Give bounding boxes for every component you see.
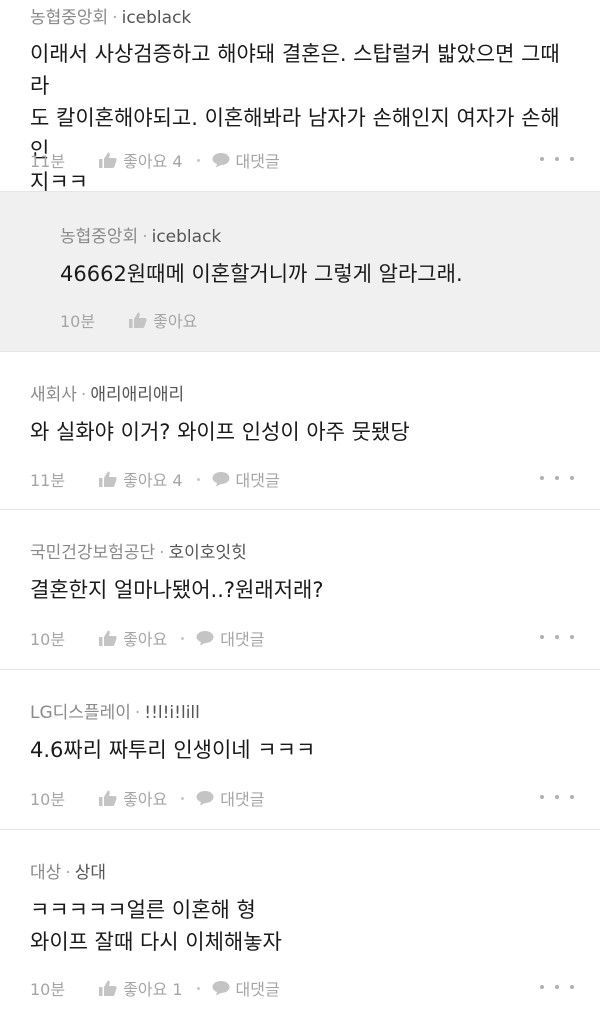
comment-author[interactable]: 새회사 · 애리애리애리 xyxy=(30,380,184,405)
reply-button[interactable]: 대댓글 xyxy=(196,626,264,650)
comment-text: 46662원때메 이혼할거니까 그렇게 알라그래. xyxy=(60,258,570,290)
action-separator xyxy=(196,986,200,990)
comment-author[interactable]: 국민건강보험공단 · 호이호잇힛 xyxy=(30,538,247,563)
separator-dot: · xyxy=(112,8,118,28)
timestamp: 11분 xyxy=(30,471,66,490)
comment-author[interactable]: 농협중앙회 · iceblack xyxy=(60,222,221,247)
thumbs-up-icon xyxy=(99,790,117,806)
comment-text: 이래서 사상검증하고 해야돼 결혼은. 스탑럴커 밟았으면 그때라 도 칼이혼해… xyxy=(30,38,570,198)
reply-label: 대댓글 xyxy=(220,790,265,809)
nickname: !!l!i!lill xyxy=(144,703,200,723)
speech-bubble-icon xyxy=(212,152,230,168)
comment-line: 와이프 잘때 다시 이체해놓자 xyxy=(30,930,282,954)
comment-line: 4.6짜리 짜투리 인생이네 ㅋㅋㅋ xyxy=(30,738,316,762)
action-separator xyxy=(196,477,200,481)
comment-actions: 10분 좋아요 1 대댓글 xyxy=(30,976,280,1000)
action-separator xyxy=(196,158,200,162)
timestamp: 10분 xyxy=(30,630,66,649)
thumbs-up-icon xyxy=(99,471,117,487)
like-button[interactable]: 좋아요 4 xyxy=(99,467,183,491)
speech-bubble-icon xyxy=(212,471,230,487)
more-dots-icon[interactable] xyxy=(540,154,574,164)
company-name: 새회사 xyxy=(30,385,77,405)
comment-text: 4.6짜리 짜투리 인생이네 ㅋㅋㅋ xyxy=(30,734,570,766)
comment-line: 와 실화야 이거? 와이프 인성이 아주 뭇됐당 xyxy=(30,420,410,444)
like-label: 좋아요 xyxy=(153,312,198,331)
comment-author[interactable]: LG디스플레이 · !!l!i!lill xyxy=(30,698,200,723)
comment-item: LG디스플레이 · !!l!i!lill 4.6짜리 짜투리 인생이네 ㅋㅋㅋ 10… xyxy=(0,670,600,830)
comment-actions: 11분 좋아요 4 대댓글 xyxy=(30,467,280,491)
company-name: 농협중앙회 xyxy=(30,8,109,28)
comment-line: ㅋㅋㅋㅋㅋ얼른 이혼해 형 xyxy=(30,898,256,922)
comment-author[interactable]: 농협중앙회 · iceblack xyxy=(30,3,191,28)
separator-dot: · xyxy=(142,227,148,247)
comment-text: ㅋㅋㅋㅋㅋ얼른 이혼해 형 와이프 잘때 다시 이체해놓자 xyxy=(30,894,570,958)
comment-actions: 10분 좋아요 대댓글 xyxy=(30,626,264,650)
like-label: 좋아요 xyxy=(123,790,168,809)
reply-button[interactable]: 대댓글 xyxy=(212,148,280,172)
like-button[interactable]: 좋아요 xyxy=(99,626,167,650)
comment-line: 이래서 사상검증하고 해야돼 결혼은. 스탑럴커 밟았으면 그때라 xyxy=(30,42,560,98)
company-name: 농협중앙회 xyxy=(60,227,139,247)
speech-bubble-icon xyxy=(196,630,214,646)
reply-label: 대댓글 xyxy=(235,471,280,490)
comment-text: 결혼한지 얼마나됐어..?원래저래? xyxy=(30,574,570,606)
reply-label: 대댓글 xyxy=(235,980,280,999)
reply-label: 대댓글 xyxy=(235,152,280,171)
comment-actions: 10분 좋아요 xyxy=(60,308,197,332)
timestamp: 10분 xyxy=(60,312,96,331)
company-name: 대상 xyxy=(30,863,62,883)
timestamp: 10분 xyxy=(30,790,66,809)
reply-button[interactable]: 대댓글 xyxy=(212,467,280,491)
comment-item: 새회사 · 애리애리애리 와 실화야 이거? 와이프 인성이 아주 뭇됐당 11분 … xyxy=(0,352,600,510)
thumbs-up-icon xyxy=(99,630,117,646)
thumbs-up-icon xyxy=(129,312,147,328)
speech-bubble-icon xyxy=(212,980,230,996)
comment-item: 대상 · 상대 ㅋㅋㅋㅋㅋ얼른 이혼해 형 와이프 잘때 다시 이체해놓자 10분 … xyxy=(0,830,600,1014)
reply-button[interactable]: 대댓글 xyxy=(212,976,280,1000)
nickname: iceblack xyxy=(121,8,192,28)
like-label: 좋아요 1 xyxy=(123,980,183,999)
separator-dot: · xyxy=(65,863,71,883)
action-separator xyxy=(181,796,185,800)
reply-button[interactable]: 대댓글 xyxy=(196,786,264,810)
more-dots-icon[interactable] xyxy=(540,982,574,992)
comment-actions: 10분 좋아요 대댓글 xyxy=(30,786,264,810)
like-label: 좋아요 4 xyxy=(123,471,183,490)
like-button[interactable]: 좋아요 4 xyxy=(99,148,183,172)
thumbs-up-icon xyxy=(99,152,117,168)
comment-actions: 11분 좋아요 4 대댓글 xyxy=(30,148,280,172)
nickname: iceblack xyxy=(151,227,222,247)
comment-text: 와 실화야 이거? 와이프 인성이 아주 뭇됐당 xyxy=(30,416,570,448)
nickname: 상대 xyxy=(74,863,106,883)
thumbs-up-icon xyxy=(99,980,117,996)
reply-label: 대댓글 xyxy=(220,630,265,649)
more-dots-icon[interactable] xyxy=(540,473,574,483)
timestamp: 11분 xyxy=(30,152,66,171)
like-button[interactable]: 좋아요 1 xyxy=(99,976,183,1000)
action-separator xyxy=(181,636,185,640)
comment-line: 46662원때메 이혼할거니까 그렇게 알라그래. xyxy=(60,262,463,286)
like-label: 좋아요 4 xyxy=(123,152,183,171)
timestamp: 10분 xyxy=(30,980,66,999)
nickname: 호이호잇힛 xyxy=(168,543,247,563)
like-button[interactable]: 좋아요 xyxy=(99,786,167,810)
company-name: 국민건강보험공단 xyxy=(30,543,156,563)
reply-comment-item: 농협중앙회 · iceblack 46662원때메 이혼할거니까 그렇게 알라그래.… xyxy=(0,192,600,352)
separator-dot: · xyxy=(159,543,165,563)
like-label: 좋아요 xyxy=(123,630,168,649)
comment-item: 농협중앙회 · iceblack 이래서 사상검증하고 해야돼 결혼은. 스탑럴커 … xyxy=(0,0,600,194)
company-name: LG디스플레이 xyxy=(30,703,131,723)
comment-item: 국민건강보험공단 · 호이호잇힛 결혼한지 얼마나됐어..?원래저래? 10분 좋아… xyxy=(0,510,600,670)
nickname: 애리애리애리 xyxy=(90,385,185,405)
comment-line: 결혼한지 얼마나됐어..?원래저래? xyxy=(30,578,324,602)
more-dots-icon[interactable] xyxy=(540,632,574,642)
comment-author[interactable]: 대상 · 상대 xyxy=(30,858,106,883)
separator-dot: · xyxy=(134,703,141,723)
more-dots-icon[interactable] xyxy=(540,792,574,802)
separator-dot: · xyxy=(80,385,87,405)
speech-bubble-icon xyxy=(196,790,214,806)
like-button[interactable]: 좋아요 xyxy=(129,308,197,332)
